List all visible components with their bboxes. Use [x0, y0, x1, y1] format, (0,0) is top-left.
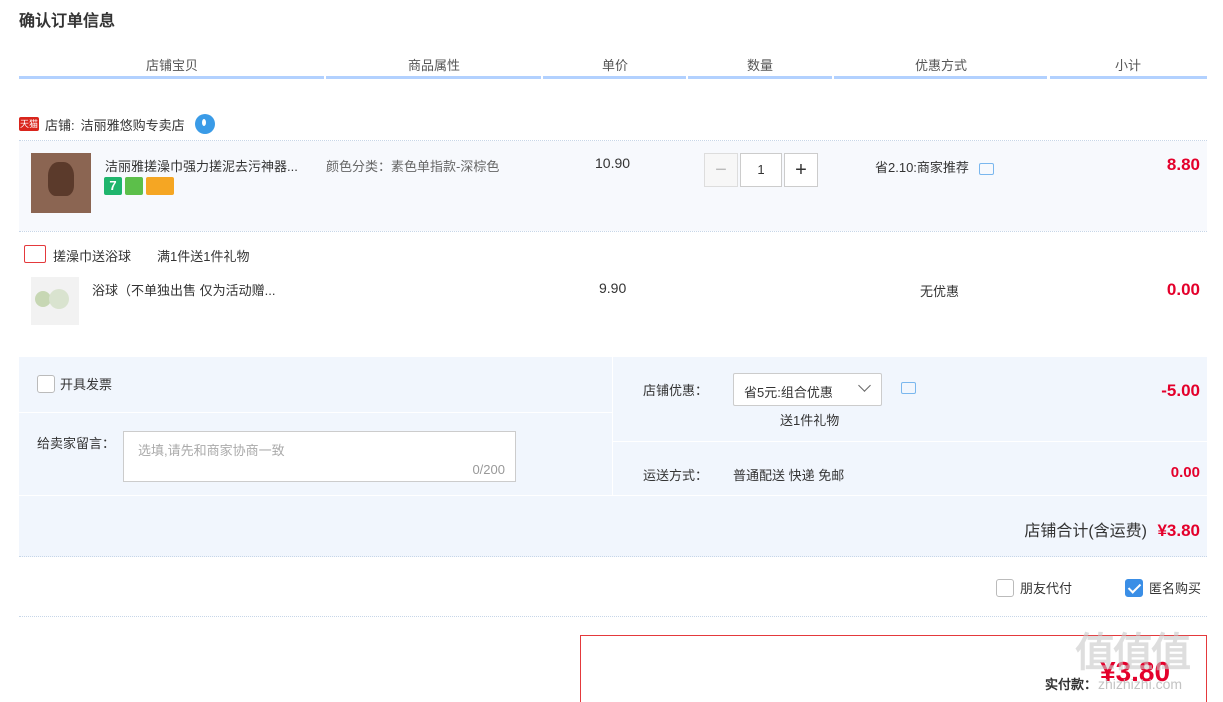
gift-promo-rule: 满1件送1件礼物: [157, 249, 250, 264]
anonymous-option[interactable]: 匿名购买: [1125, 578, 1201, 597]
unit-price: 10.90: [595, 155, 631, 171]
item-subtotal: 8.80: [1166, 155, 1200, 174]
product-thumbnail[interactable]: [31, 277, 79, 325]
guarantee-icon: [125, 177, 143, 195]
column-divider: [326, 76, 541, 79]
product-title-link[interactable]: 浴球（不单独出售 仅为活动赠...: [92, 280, 302, 299]
watermark-url: zhizhizhi.com: [1098, 676, 1183, 692]
gift-icon: [24, 245, 46, 263]
anonymous-checkbox[interactable]: [1125, 578, 1143, 597]
divider: [19, 412, 613, 413]
invoice-label: 开具发票: [60, 377, 113, 392]
item-promotion: 省2.10:商家推荐: [875, 157, 994, 176]
order-item-row: [19, 265, 1207, 355]
invoice-option[interactable]: 开具发票: [37, 374, 112, 393]
shipping-label: 运送方式：: [643, 468, 709, 483]
column-divider: [19, 76, 324, 79]
item-promotion-label: 无优惠: [920, 284, 960, 299]
divider: [612, 357, 613, 495]
quantity-stepper: − 1 +: [704, 153, 818, 187]
column-divider: [688, 76, 832, 79]
item-subtotal: 0.00: [1166, 280, 1200, 299]
seven-day-return-icon: 7: [104, 177, 122, 195]
gift-promo-name: 搓澡巾送浴球: [53, 249, 132, 264]
product-title-link[interactable]: 洁丽雅搓澡巾强力搓泥去污神器...: [105, 156, 320, 175]
column-divider: [834, 76, 1047, 79]
service-badges: 7: [104, 177, 174, 195]
shipping-amount: 0.00: [1170, 464, 1200, 481]
anonymous-label: 匿名购买: [1149, 581, 1202, 596]
shop-name-link[interactable]: 洁丽雅悠购专卖店: [81, 115, 185, 134]
divider: [19, 495, 1207, 496]
shop-discount-selected: 省5元:组合优惠: [744, 385, 833, 400]
chevron-down-icon: [858, 379, 871, 392]
wangwang-chat-icon[interactable]: [194, 114, 215, 134]
product-attribute: 颜色分类：素色单指款-深棕色: [326, 159, 500, 174]
seller-message-field[interactable]: 选填,请先和商家协商一致 0/200: [123, 431, 516, 482]
promo-info-icon[interactable]: [978, 163, 994, 175]
shop-discount-amount: -5.00: [1161, 381, 1200, 400]
invoice-checkbox[interactable]: [37, 374, 55, 393]
friend-pay-checkbox[interactable]: [996, 578, 1014, 597]
shop-discount-label: 店铺优惠：: [643, 383, 709, 398]
shop-total-label: 店铺合计(含运费): [1024, 523, 1147, 540]
shop-discount-note: 送1件礼物: [780, 413, 840, 428]
divider: [19, 616, 1207, 617]
shop-total: 店铺合计(含运费) ¥3.80: [960, 517, 1200, 541]
credit-card-icon: [146, 177, 174, 195]
page-title: 确认订单信息: [19, 13, 116, 30]
friend-pay-option[interactable]: 朋友代付: [996, 578, 1072, 597]
message-label: 给卖家留言：: [37, 436, 116, 451]
column-divider: [1050, 76, 1207, 79]
product-thumbnail[interactable]: [31, 153, 91, 213]
shop-header: 天猫 店铺: 洁丽雅悠购专卖店: [19, 114, 215, 134]
item-promotion-label: 省2.10:商家推荐: [875, 160, 969, 175]
shop-total-amount: ¥3.80: [1157, 521, 1200, 540]
message-placeholder: 选填,请先和商家协商一致: [138, 443, 285, 458]
friend-pay-label: 朋友代付: [1020, 581, 1073, 596]
divider: [19, 231, 1207, 232]
shop-label: 店铺:: [45, 117, 75, 133]
discount-info-icon[interactable]: [901, 382, 916, 394]
decrease-quantity-button[interactable]: −: [704, 153, 738, 187]
unit-price: 9.90: [599, 280, 627, 296]
message-counter: 0/200: [472, 462, 505, 477]
shipping-method: 普通配送 快递 免邮: [733, 468, 845, 483]
tmall-badge-icon: 天猫: [19, 117, 39, 131]
increase-quantity-button[interactable]: +: [784, 153, 818, 187]
shop-discount-select[interactable]: 省5元:组合优惠: [733, 373, 882, 406]
quantity-input[interactable]: 1: [740, 153, 782, 187]
column-divider: [543, 76, 686, 79]
column-header-row: 店铺宝贝 商品属性 单价 数量 优惠方式 小计: [19, 55, 1207, 79]
watermark-logo: 值值值: [1075, 631, 1191, 675]
divider: [613, 441, 1207, 442]
